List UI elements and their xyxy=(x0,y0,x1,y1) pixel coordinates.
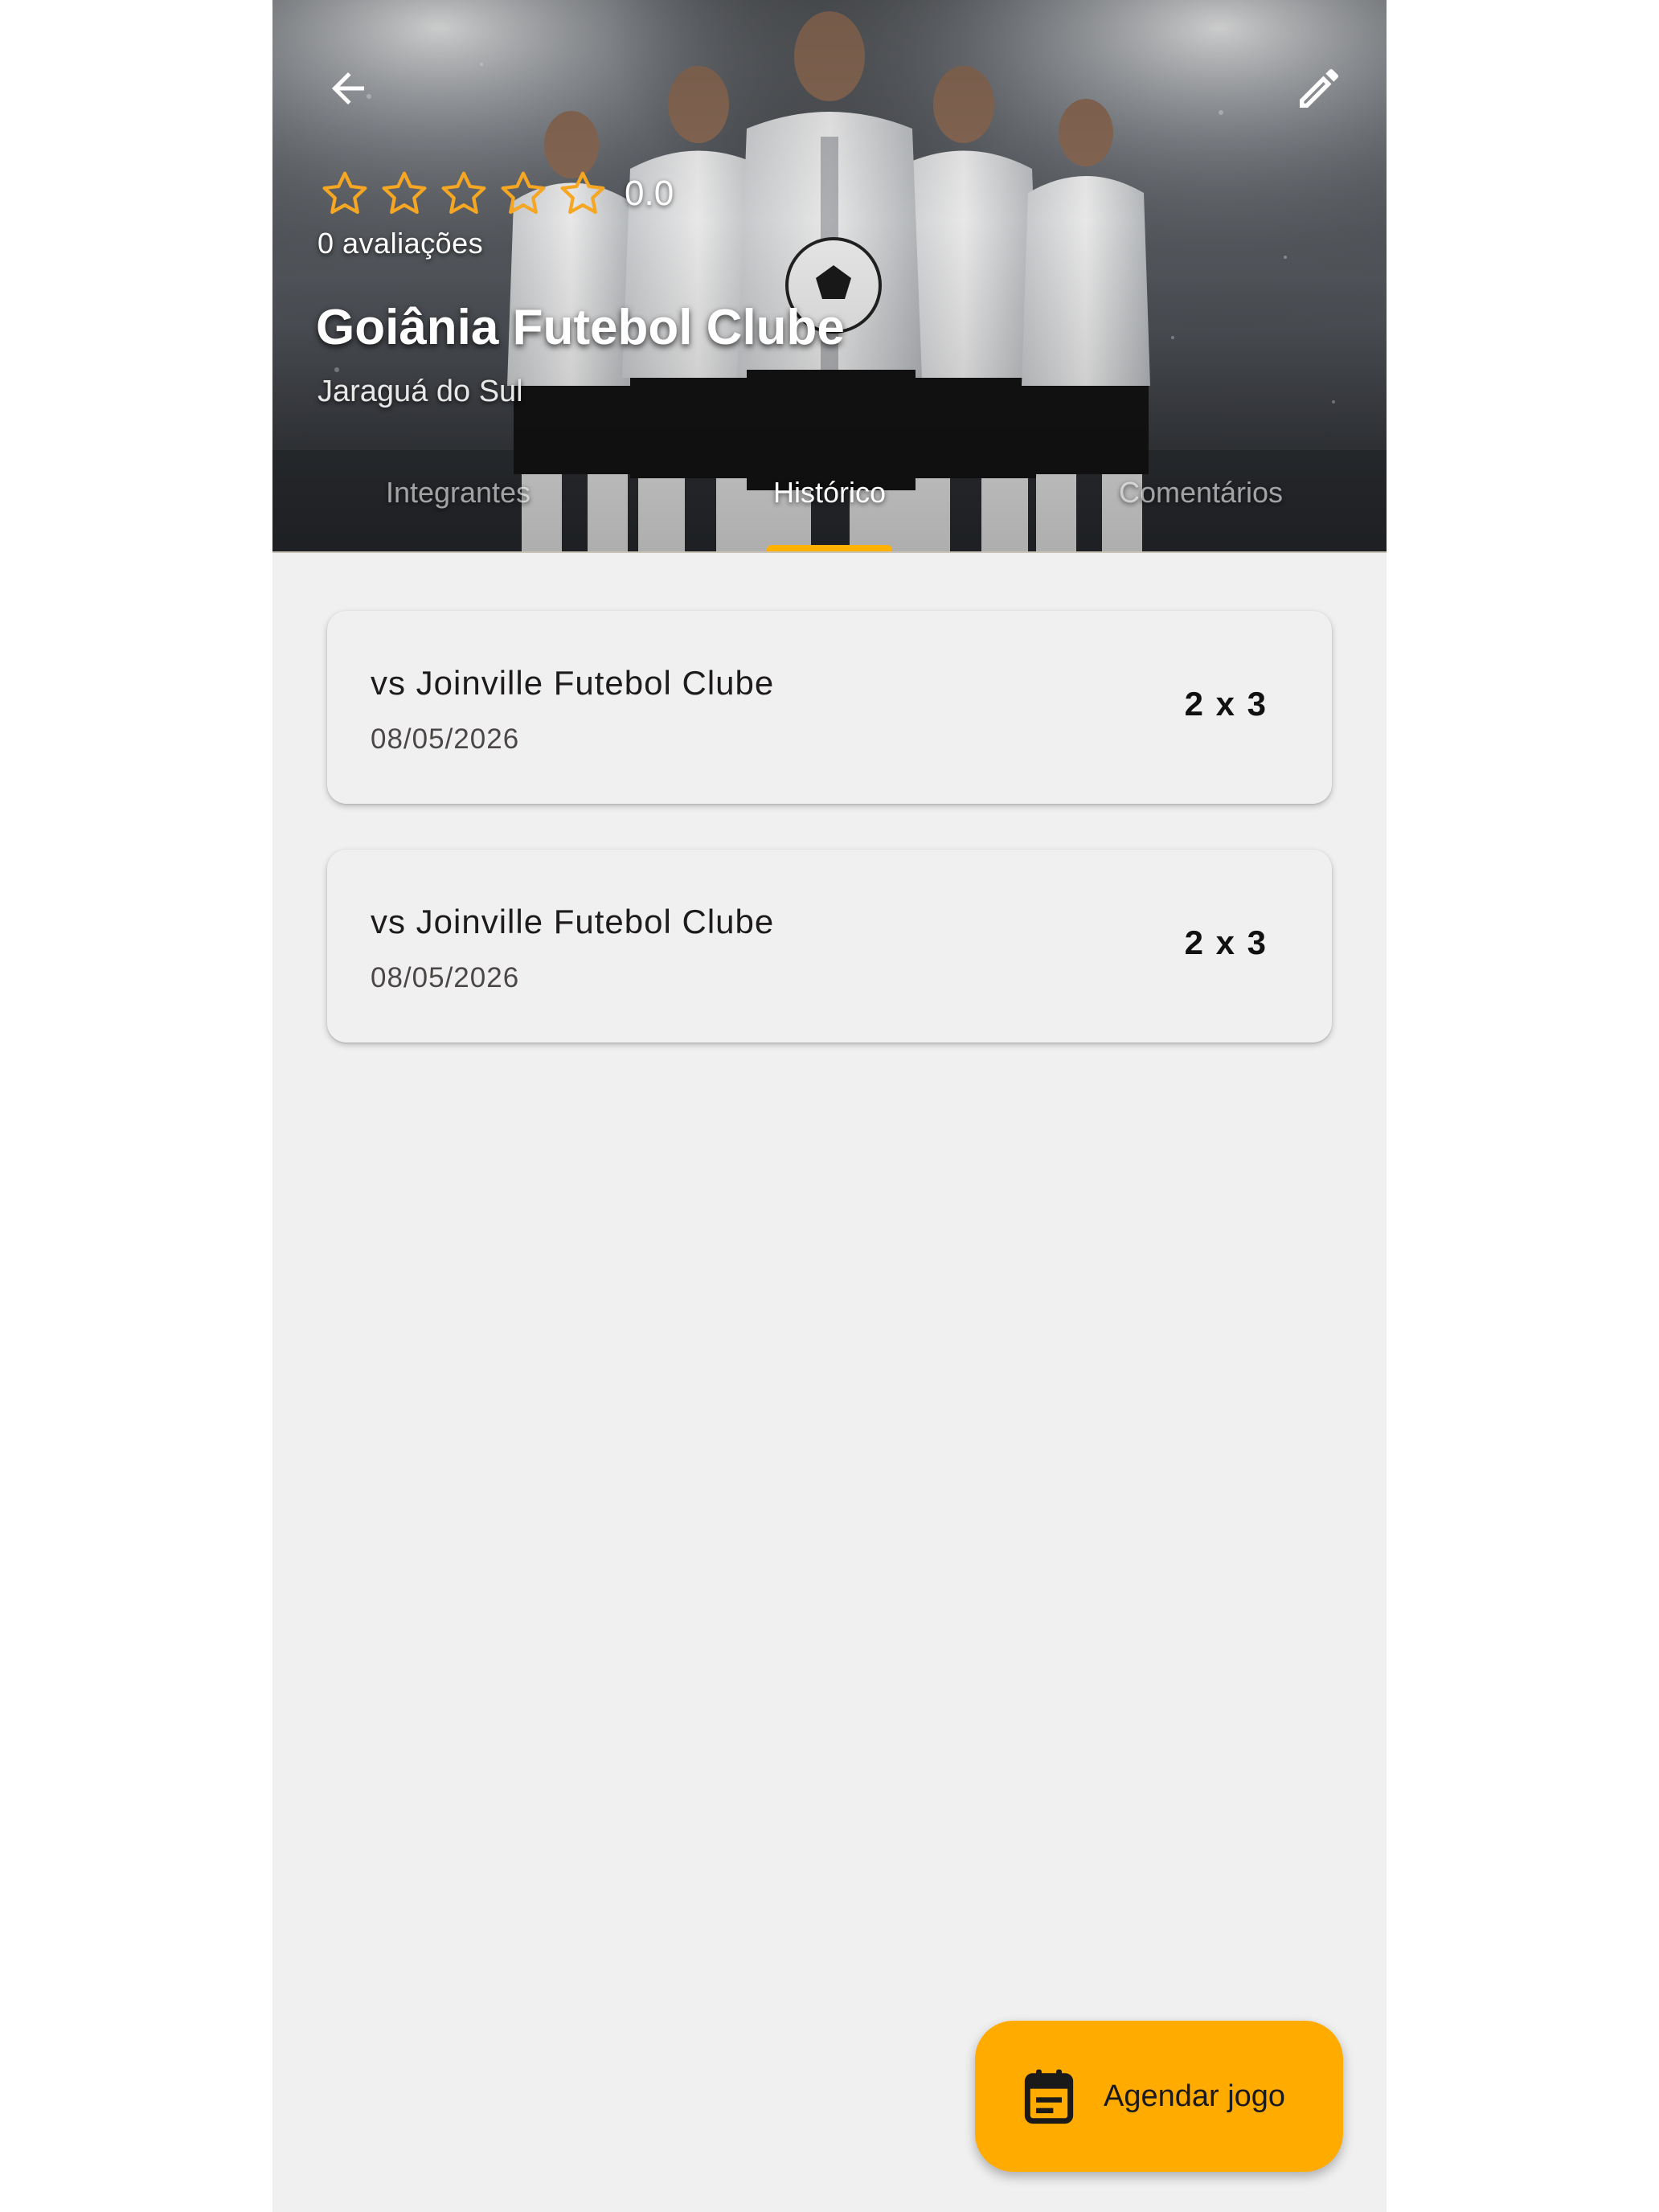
match-card[interactable]: vs Joinville Futebol Clube 08/05/2026 2 … xyxy=(327,850,1332,1043)
calendar-event-icon xyxy=(1024,2069,1074,2124)
team-screen: 0.0 0 avaliações Goiânia Futebol Clube J… xyxy=(272,0,1387,2212)
schedule-game-button[interactable]: Agendar jogo xyxy=(975,2021,1343,2172)
reviews-count: 0 avaliações xyxy=(317,227,484,260)
tab-historico[interactable]: Histórico xyxy=(644,458,1015,551)
header-divider xyxy=(272,551,1387,553)
star-outline-icon xyxy=(560,171,605,215)
star-outline-icon xyxy=(382,171,427,215)
back-button[interactable] xyxy=(316,56,380,121)
team-city: Jaraguá do Sul xyxy=(317,375,523,408)
arrow-left-icon xyxy=(332,72,364,104)
match-score: 2 x 3 xyxy=(1184,685,1268,723)
tab-label: Histórico xyxy=(772,476,887,509)
match-date: 08/05/2026 xyxy=(371,962,520,993)
tab-comentarios[interactable]: Comentários xyxy=(1015,458,1387,551)
rating-value: 0.0 xyxy=(625,174,674,213)
match-opponent: vs Joinville Futebol Clube xyxy=(371,903,775,940)
team-header: 0.0 0 avaliações Goiânia Futebol Clube J… xyxy=(272,0,1387,551)
tab-label: Integrantes xyxy=(385,476,531,509)
edit-button[interactable] xyxy=(1287,56,1351,121)
tab-integrantes[interactable]: Integrantes xyxy=(272,458,644,551)
team-rating: 0.0 xyxy=(319,166,674,222)
pencil-icon xyxy=(1300,68,1339,108)
tab-label: Comentários xyxy=(1118,476,1284,509)
team-tabs: Integrantes Histórico Comentários xyxy=(272,458,1387,551)
match-score: 2 x 3 xyxy=(1184,924,1268,961)
star-outline-icon xyxy=(501,171,546,215)
team-name: Goiânia Futebol Clube xyxy=(316,300,845,355)
active-tab-indicator xyxy=(767,545,892,551)
match-card[interactable]: vs Joinville Futebol Clube 08/05/2026 2 … xyxy=(327,611,1332,804)
star-outline-icon xyxy=(322,171,367,215)
star-outline-icon xyxy=(441,171,486,215)
match-date: 08/05/2026 xyxy=(371,723,520,755)
match-opponent: vs Joinville Futebol Clube xyxy=(371,664,775,702)
schedule-game-label: Agendar jogo xyxy=(1104,2079,1286,2113)
